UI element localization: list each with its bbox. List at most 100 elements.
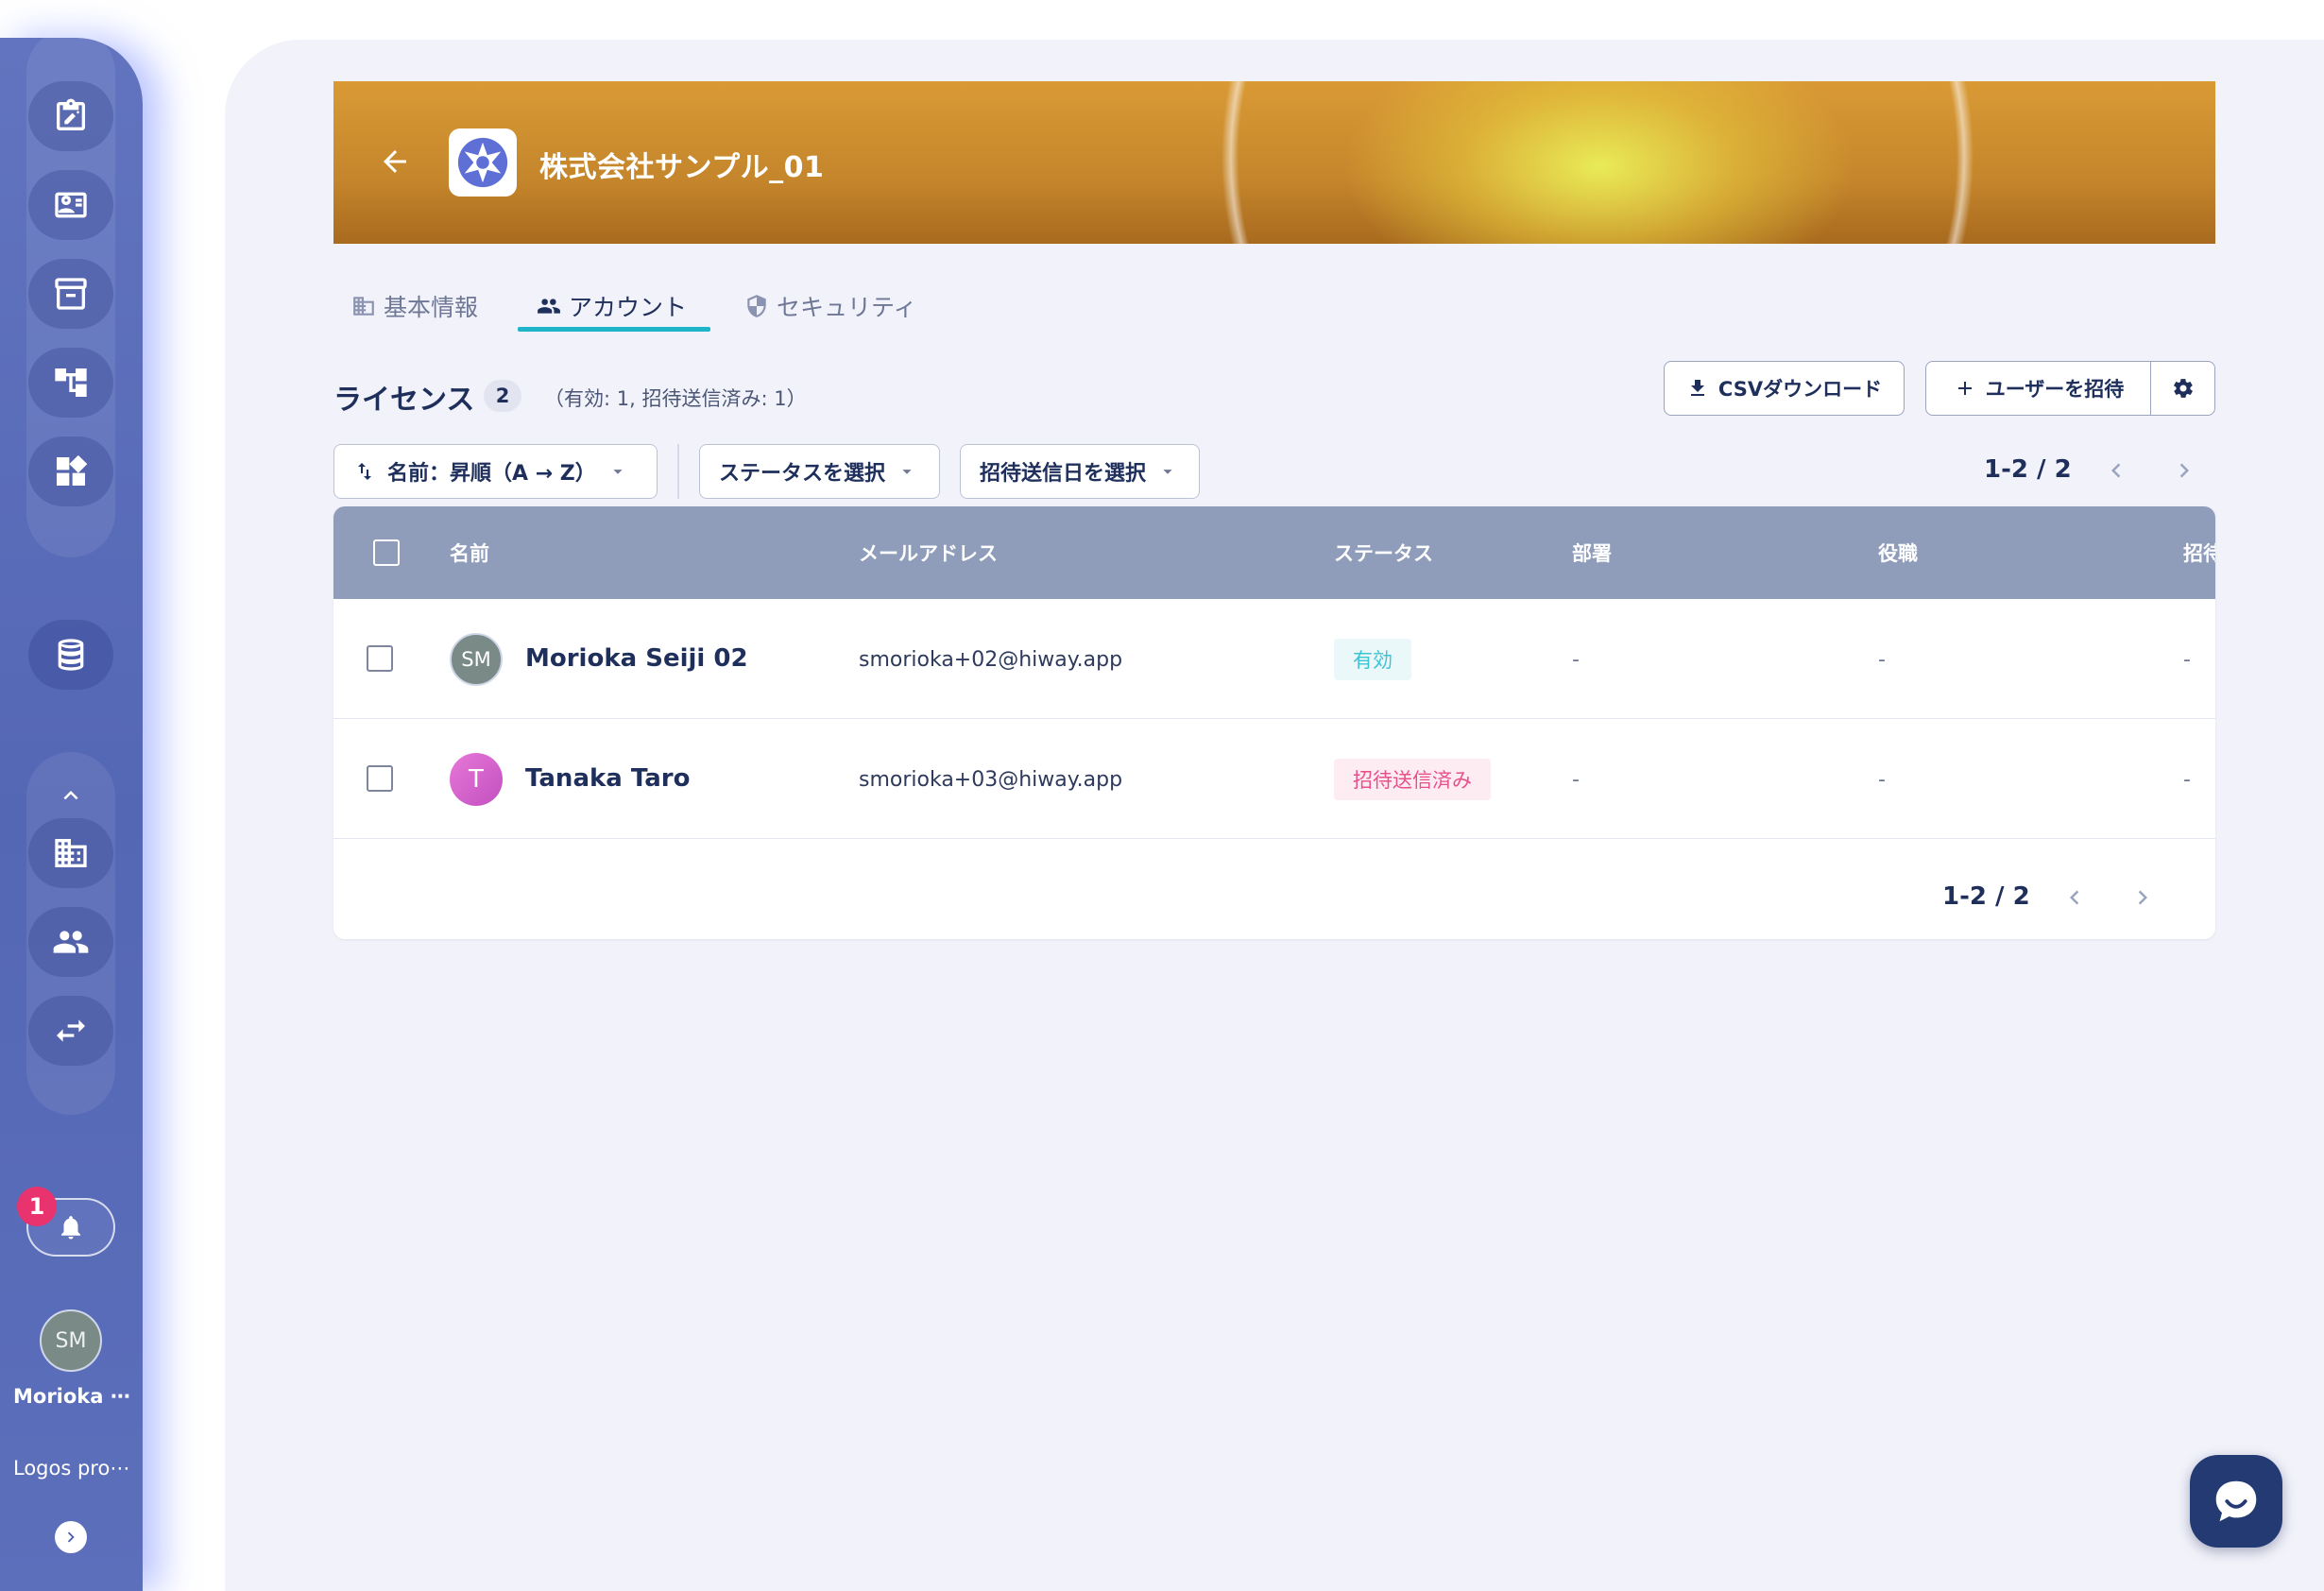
tab-security[interactable]: セキュリティ — [744, 280, 917, 333]
widgets-icon — [57, 454, 88, 486]
table-row[interactable]: SM Morioka Seiji 02 smorioka+02@hiway.ap… — [333, 599, 2215, 719]
csv-download-label: CSVダウンロード — [1717, 378, 1883, 401]
pagination-range-top: 1-2 / 2 — [1984, 455, 2072, 484]
chevron-right-icon — [67, 1531, 75, 1543]
user-name[interactable]: Morioka Seiji 02 — [525, 644, 748, 673]
column-header-status[interactable]: ステータス — [1334, 539, 1433, 567]
column-header-position[interactable]: 役職 — [1878, 539, 1918, 567]
tab-label: アカウント — [569, 294, 688, 321]
chevron-left-icon — [2070, 890, 2079, 905]
user-email: smorioka+03@hiway.app — [859, 768, 1123, 792]
table-header: 名前 メールアドレス ステータス 部署 役職 招待 — [333, 506, 2215, 599]
sidebar-item-report[interactable] — [28, 81, 113, 151]
next-page-button-bottom[interactable] — [2124, 879, 2162, 916]
archive-icon — [55, 278, 87, 310]
sort-select-value: 名前：昇順（A → Z） — [387, 462, 596, 486]
avatar: SM — [450, 633, 503, 686]
chat-widget-button[interactable] — [2190, 1455, 2282, 1548]
invite-user-button[interactable]: ユーザーを招待 — [1925, 361, 2152, 416]
swap-arrows-icon — [57, 1019, 85, 1042]
user-email: smorioka+02@hiway.app — [859, 648, 1123, 672]
company-name: 株式会社サンプル_01 — [539, 151, 825, 184]
clipboard-edit-icon — [57, 98, 85, 130]
row-checkbox[interactable] — [367, 765, 393, 792]
tab-account[interactable]: アカウント — [537, 280, 687, 333]
sidebar-item-transfer[interactable] — [28, 996, 113, 1066]
building-icon — [55, 839, 87, 867]
notification-badge: 1 — [17, 1187, 57, 1226]
status-filter-select[interactable]: ステータスを選択 — [699, 444, 940, 499]
chevron-right-icon — [2138, 890, 2147, 905]
csv-download-button[interactable]: CSVダウンロード — [1664, 361, 1905, 416]
position-value: - — [1878, 648, 1886, 672]
arrow-left-icon — [384, 150, 406, 173]
sidebar-user-name: Morioka ⋯ — [13, 1385, 130, 1408]
sidebar-expand-button[interactable] — [55, 1521, 87, 1553]
column-header-email[interactable]: メールアドレス — [859, 539, 998, 567]
star-logo-icon — [457, 137, 508, 188]
plus-icon — [1957, 382, 1972, 395]
status-filter-value: ステータスを選択 — [719, 462, 886, 486]
building-icon — [353, 297, 374, 316]
column-header-name[interactable]: 名前 — [450, 539, 489, 567]
settings-button[interactable] — [2150, 361, 2215, 416]
status-badge: 招待送信済み — [1334, 759, 1491, 800]
sidebar-item-hierarchy[interactable] — [28, 348, 113, 418]
database-icon — [58, 639, 84, 671]
tab-basic-info[interactable]: 基本情報 — [351, 280, 478, 333]
gear-icon — [2173, 379, 2193, 398]
chevron-right-icon — [2179, 463, 2189, 478]
download-icon — [1690, 380, 1704, 396]
status-badge: 有効 — [1334, 639, 1411, 680]
row-checkbox[interactable] — [367, 645, 393, 672]
caret-down-icon — [902, 470, 912, 474]
contact-card-icon — [55, 192, 87, 218]
user-avatar[interactable]: SM — [40, 1309, 102, 1372]
sort-select[interactable]: 名前：昇順（A → Z） — [333, 444, 658, 499]
sidebar-item-archive[interactable] — [28, 259, 113, 329]
sort-icon — [358, 463, 371, 480]
bell-icon — [61, 1216, 80, 1240]
active-tab-indicator — [518, 327, 710, 332]
invite-date-filter-value: 招待送信日を選択 — [980, 462, 1147, 486]
company-banner: 株式会社サンプル_01 — [333, 81, 2215, 244]
sidebar: 1 SM Morioka ⋯ Logos pro⋯ — [0, 28, 143, 1591]
sidebar-item-company[interactable] — [28, 818, 113, 888]
hierarchy-icon — [55, 368, 87, 397]
company-logo — [449, 128, 517, 197]
table-footer: 1-2 / 2 — [333, 856, 2215, 939]
sidebar-collapse-toggle[interactable] — [28, 767, 113, 824]
invited-value: - — [2183, 768, 2191, 792]
tab-label: 基本情報 — [384, 294, 479, 321]
column-header-invited[interactable]: 招待 — [2183, 539, 2215, 567]
chevron-left-icon — [2111, 463, 2121, 478]
caret-down-icon — [613, 470, 623, 474]
pagination-range-bottom: 1-2 / 2 — [1942, 882, 2030, 911]
sidebar-item-widgets[interactable] — [28, 436, 113, 506]
license-count-badge: 2 — [484, 380, 521, 412]
department-value: - — [1572, 768, 1580, 792]
prev-page-button-top[interactable] — [2097, 452, 2135, 489]
sidebar-item-database[interactable] — [28, 620, 113, 690]
tab-label: セキュリティ — [777, 294, 917, 321]
position-value: - — [1878, 768, 1886, 792]
avatar: T — [450, 753, 503, 806]
table-row[interactable]: T Tanaka Taro smorioka+03@hiway.app 招待送信… — [333, 719, 2215, 839]
back-button[interactable] — [362, 128, 428, 195]
prev-page-button-bottom[interactable] — [2056, 879, 2093, 916]
select-all-checkbox[interactable] — [373, 539, 400, 566]
invite-date-filter-select[interactable]: 招待送信日を選択 — [960, 444, 1200, 499]
filter-divider — [677, 444, 679, 499]
shield-icon — [747, 295, 766, 317]
column-header-department[interactable]: 部署 — [1572, 539, 1612, 567]
next-page-button-top[interactable] — [2165, 452, 2203, 489]
people-icon — [538, 299, 560, 314]
invite-user-label: ユーザーを招待 — [1985, 378, 2125, 401]
sidebar-item-accounts[interactable] — [28, 907, 113, 977]
caret-down-icon — [1163, 470, 1172, 474]
chat-bubble-icon — [2215, 1480, 2257, 1522]
chevron-up-icon — [63, 791, 78, 800]
user-name[interactable]: Tanaka Taro — [525, 764, 690, 793]
sidebar-item-contacts[interactable] — [28, 170, 113, 240]
license-title: ライセンス — [333, 384, 475, 417]
